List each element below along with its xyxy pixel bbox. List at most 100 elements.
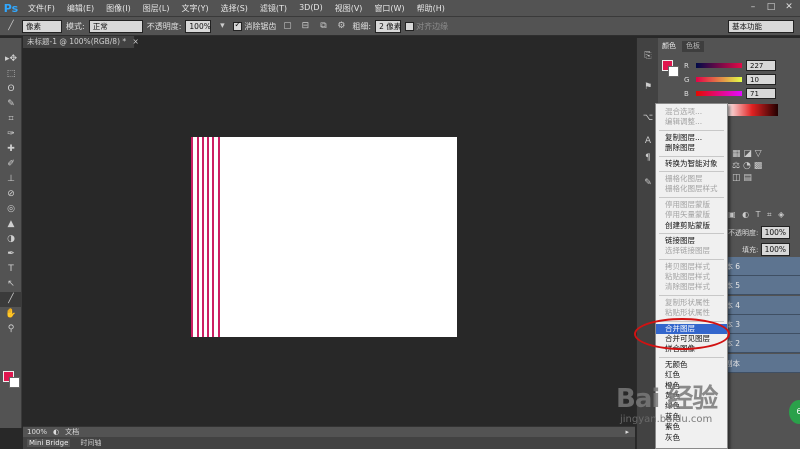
brush-tool-icon[interactable]: ✐ (0, 157, 22, 172)
path-select-tool-icon[interactable]: ↖ (0, 277, 22, 292)
move-tool-icon[interactable]: ▸✥ (0, 52, 22, 67)
menu-item[interactable]: 图层(L) (137, 3, 176, 14)
history-brush-tool-icon[interactable]: ⊘ (0, 187, 22, 202)
context-menu-item[interactable]: 删除图层 (656, 143, 727, 153)
context-menu-item[interactable]: 复制图层... (656, 133, 727, 143)
marquee-tool-icon[interactable]: ⬚ (0, 67, 22, 82)
workspace-select[interactable]: 基本功能 (728, 20, 794, 33)
eyedropper-tool-icon[interactable]: ✑ (0, 127, 22, 142)
layer-filter-icons[interactable]: ▣ ◐ T ⌗ ◈ (728, 210, 800, 220)
hand-tool-icon[interactable]: ✋ (0, 307, 22, 322)
menu-item[interactable]: 滤镜(T) (254, 3, 293, 14)
line-stroke (207, 137, 209, 337)
color-swatches[interactable] (3, 371, 20, 388)
menu-item[interactable]: 文字(Y) (175, 3, 214, 14)
context-menu-item[interactable]: 链接图层 (656, 236, 727, 246)
line-stroke (202, 137, 204, 337)
zoom-level[interactable]: 100% (27, 428, 47, 436)
context-menu-item: 粘贴形状属性 (665, 308, 710, 318)
pen-tool-icon[interactable]: ✒ (0, 247, 22, 262)
gradient-tool-icon[interactable]: ▲ (0, 217, 22, 232)
layer-fill-label: 填充: (742, 246, 759, 254)
invert-icon[interactable]: ◫ (732, 173, 741, 183)
close-tab-icon[interactable]: × (133, 37, 139, 46)
settings-gear-icon[interactable]: ⚙ (334, 20, 348, 33)
mode-select[interactable]: 正常 (88, 19, 143, 33)
properties-icon[interactable]: ⚑ (637, 79, 659, 96)
menu-item[interactable]: 选择(S) (215, 3, 254, 14)
menu-separator (659, 258, 724, 260)
blue-slider[interactable] (696, 91, 742, 96)
canvas[interactable] (191, 137, 457, 337)
adjustment-icons: ▦ ◪ ▽ ⚖ ◔ ▩ ◫ ▤ (726, 148, 796, 184)
window-controls: – □ ✕ (746, 1, 796, 14)
tab-mini-bridge[interactable]: Mini Bridge (27, 439, 71, 447)
channel-mixer-icon[interactable]: ▩ (754, 161, 763, 171)
opacity-dropdown-icon[interactable]: ▾ (215, 20, 229, 33)
maximize-button[interactable]: □ (764, 1, 778, 14)
tab-timeline[interactable]: 时间轴 (78, 438, 103, 448)
tab-color[interactable]: 颜色 (658, 41, 680, 52)
menu-item[interactable]: 文件(F) (22, 3, 61, 14)
tab-swatches[interactable]: 色板 (682, 41, 704, 52)
dodge-tool-icon[interactable]: ◑ (0, 232, 22, 247)
green-value[interactable]: 10 (746, 74, 776, 85)
menu-item[interactable]: 3D(D) (293, 3, 329, 14)
photo-filter-icon[interactable]: ◔ (743, 161, 751, 171)
menu-item[interactable]: 帮助(H) (411, 3, 451, 14)
menu-separator (659, 170, 724, 172)
antialias-checkbox[interactable]: 消除锯齿 (233, 20, 276, 32)
lasso-tool-icon[interactable]: ʘ (0, 82, 22, 97)
background-color-swatch[interactable] (9, 377, 20, 388)
status-info-icon[interactable]: ◐ (53, 428, 59, 436)
align-edges-checkbox[interactable]: 对齐边缘 (405, 21, 448, 32)
menu-item[interactable]: 视图(V) (329, 3, 369, 14)
line-tool-icon[interactable]: ╱ (4, 20, 18, 33)
posterize-icon[interactable]: ▤ (743, 173, 752, 183)
tool-mode-select[interactable]: 像素 (22, 19, 62, 33)
menu-bar: Ps 文件(F) 编辑(E) 图像(I) 图层(L) 文字(Y) 选择(S) 滤镜(T) 3D… (0, 0, 800, 17)
green-slider[interactable] (696, 77, 742, 82)
eraser-tool-icon[interactable]: ◎ (0, 202, 22, 217)
layer-opacity-label: 不透明度: (728, 229, 759, 237)
color-balance-icon[interactable]: ⚖ (732, 161, 740, 171)
line-stroke (212, 137, 214, 337)
line-tool-icon[interactable]: ╱ (0, 292, 22, 307)
menu-separator (659, 196, 724, 198)
levels-icon[interactable]: ▦ (732, 149, 741, 159)
close-button[interactable]: ✕ (782, 1, 796, 14)
panel-background-swatch[interactable] (668, 66, 679, 77)
path-ops-icon[interactable]: ▢ (280, 20, 294, 33)
path-arrange-icon[interactable]: ⧉ (316, 20, 330, 33)
gradient-map-icon[interactable]: ▽ (755, 149, 762, 159)
path-align-icon[interactable]: ⊟ (298, 20, 312, 33)
context-menu-item[interactable]: 无颜色 (656, 360, 727, 370)
menu-item[interactable]: 图像(I) (100, 3, 137, 14)
menu-item[interactable]: 窗口(W) (368, 3, 410, 14)
menu-separator (659, 294, 724, 296)
curves-icon[interactable]: ◪ (743, 149, 752, 159)
document-tab[interactable]: 未标题-1 @ 100%(RGB/8) * × (23, 36, 139, 48)
red-value[interactable]: 227 (746, 60, 776, 71)
color-spectrum[interactable] (726, 104, 778, 116)
layer-fill-input[interactable]: 100% (760, 243, 791, 256)
context-menu-item[interactable]: 创建剪贴蒙版 (656, 221, 727, 231)
stamp-tool-icon[interactable]: ⊥ (0, 172, 22, 187)
minimize-button[interactable]: – (746, 1, 760, 14)
tools-panel: ▸✥ ⬚ ʘ ✎ ⌗ ✑ ✚ ✐ ⊥ ⊘ ◎ ▲ ◑ ✒ T ↖ ╱ ✋ ⚲ (0, 38, 22, 428)
healing-tool-icon[interactable]: ✚ (0, 142, 22, 157)
type-tool-icon[interactable]: T (0, 262, 22, 277)
context-menu-item[interactable]: 转换为智能对象 (656, 159, 727, 169)
weight-input[interactable]: 2 像素 (375, 19, 401, 33)
zoom-tool-icon[interactable]: ⚲ (0, 322, 22, 337)
blue-value[interactable]: 71 (746, 88, 776, 99)
history-icon[interactable]: ⎘ (637, 48, 659, 65)
opacity-input[interactable]: 100% (185, 19, 212, 33)
crop-tool-icon[interactable]: ⌗ (0, 112, 22, 127)
blue-slider-row: B 71 (684, 88, 776, 99)
quick-select-tool-icon[interactable]: ✎ (0, 97, 22, 112)
context-menu-item: 编辑调整... (665, 117, 703, 127)
red-slider[interactable] (696, 63, 742, 68)
menu-item[interactable]: 编辑(E) (61, 3, 100, 14)
layer-opacity-input[interactable]: 100% (760, 226, 791, 239)
